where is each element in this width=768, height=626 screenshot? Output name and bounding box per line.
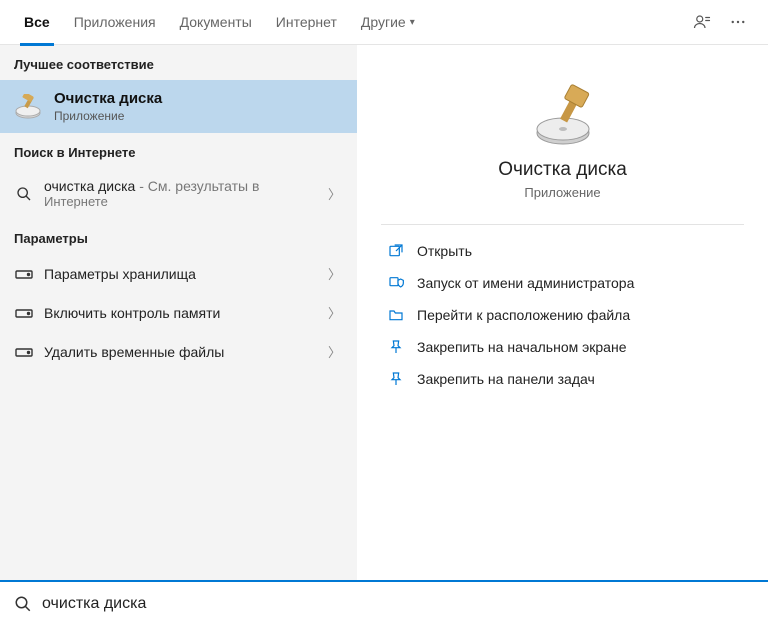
pin-icon: [385, 339, 407, 355]
disk-cleanup-large-icon: [528, 83, 598, 147]
action-label: Запуск от имени администратора: [417, 275, 634, 291]
best-match-subtitle: Приложение: [54, 109, 162, 123]
storage-icon: [12, 267, 36, 281]
action-label: Закрепить на панели задач: [417, 371, 595, 387]
tab-web[interactable]: Интернет: [264, 0, 349, 45]
search-icon: [12, 186, 36, 202]
action-pin-to-start[interactable]: Закрепить на начальном экране: [381, 331, 744, 363]
settings-row-storage-sense[interactable]: Включить контроль памяти 〉: [0, 293, 357, 332]
web-line2-text: Интернете: [44, 194, 324, 209]
section-web-search: Поиск в Интернете: [0, 133, 357, 168]
tab-all[interactable]: Все: [12, 0, 62, 45]
more-icon[interactable]: [720, 13, 756, 31]
action-pin-to-taskbar[interactable]: Закрепить на панели задач: [381, 363, 744, 395]
chevron-right-icon: 〉: [324, 342, 345, 361]
open-icon: [385, 243, 407, 259]
tab-docs-label: Документы: [180, 14, 252, 30]
section-best-match: Лучшее соответствие: [0, 45, 357, 80]
feedback-icon[interactable]: [684, 13, 720, 31]
pin-icon: [385, 371, 407, 387]
tab-other[interactable]: Другие ▾: [349, 0, 427, 45]
divider: [381, 224, 744, 225]
tab-apps-label: Приложения: [74, 14, 156, 30]
settings-row-label: Удалить временные файлы: [44, 344, 224, 360]
action-run-as-admin[interactable]: Запуск от имени администратора: [381, 267, 744, 299]
preview-title: Очистка диска: [381, 159, 744, 181]
tab-docs[interactable]: Документы: [168, 0, 264, 45]
settings-row-delete-temp[interactable]: Удалить временные файлы 〉: [0, 332, 357, 371]
best-match-row[interactable]: Очистка диска Приложение: [0, 80, 357, 133]
preview-subtitle: Приложение: [381, 185, 744, 200]
settings-row-label: Включить контроль памяти: [44, 305, 220, 321]
storage-icon: [12, 345, 36, 359]
web-suffix-text: - См. результаты в: [135, 178, 259, 194]
best-match-title: Очистка диска: [54, 90, 162, 107]
chevron-down-icon: ▾: [410, 17, 415, 28]
action-label: Открыть: [417, 243, 472, 259]
web-query-text: очистка диска: [44, 178, 135, 194]
settings-row-label: Параметры хранилища: [44, 266, 196, 282]
web-search-row[interactable]: очистка диска - См. результаты в Интерне…: [0, 168, 357, 219]
search-icon: [14, 595, 32, 613]
disk-cleanup-icon: [12, 93, 44, 121]
tab-all-label: Все: [24, 14, 50, 30]
tab-other-label: Другие: [361, 14, 406, 30]
storage-icon: [12, 306, 36, 320]
tab-apps[interactable]: Приложения: [62, 0, 168, 45]
chevron-right-icon: 〉: [324, 264, 345, 283]
tabs-bar: Все Приложения Документы Интернет Другие…: [0, 0, 768, 45]
action-open[interactable]: Открыть: [381, 235, 744, 267]
preview-panel: Очистка диска Приложение Открыть Запуск …: [357, 45, 768, 580]
action-label: Перейти к расположению файла: [417, 307, 630, 323]
chevron-right-icon: 〉: [324, 184, 345, 203]
main-area: Лучшее соответствие Очистка диска Прилож…: [0, 45, 768, 580]
folder-icon: [385, 307, 407, 323]
search-bar[interactable]: [0, 580, 768, 626]
search-input[interactable]: [42, 595, 754, 613]
results-panel: Лучшее соответствие Очистка диска Прилож…: [0, 45, 357, 580]
chevron-right-icon: 〉: [324, 303, 345, 322]
tab-web-label: Интернет: [276, 14, 337, 30]
settings-row-storage[interactable]: Параметры хранилища 〉: [0, 254, 357, 293]
action-label: Закрепить на начальном экране: [417, 339, 627, 355]
shield-icon: [385, 275, 407, 291]
action-open-file-location[interactable]: Перейти к расположению файла: [381, 299, 744, 331]
section-settings: Параметры: [0, 219, 357, 254]
